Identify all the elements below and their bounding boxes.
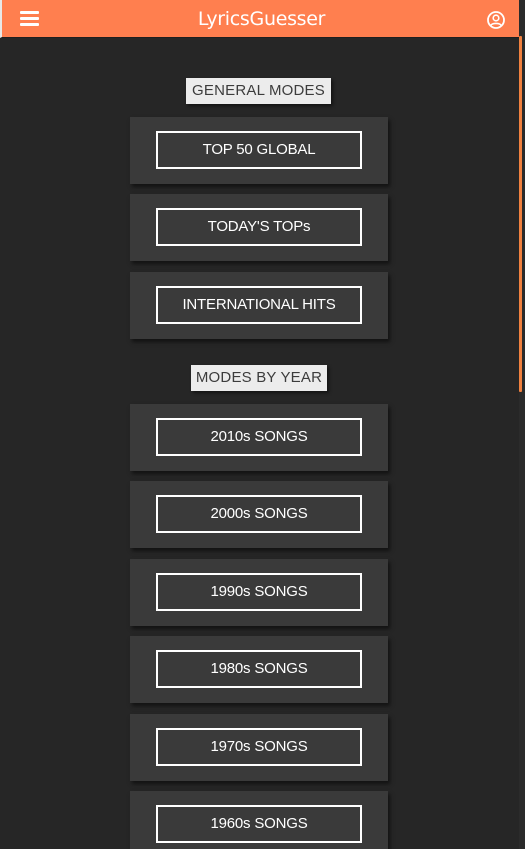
mode-card-2000s-songs[interactable]: 2000s SONGS xyxy=(130,481,388,548)
mode-button-2010s-songs[interactable]: 2010s SONGS xyxy=(156,418,362,456)
mode-button-1970s-songs[interactable]: 1970s SONGS xyxy=(156,728,362,766)
mode-card-international-hits[interactable]: INTERNATIONAL HITS xyxy=(130,272,388,339)
mode-button-1980s-songs[interactable]: 1980s SONGS xyxy=(156,650,362,688)
mode-card-1970s-songs[interactable]: 1970s SONGS xyxy=(130,714,388,781)
section-label-modes-by-year: MODES BY YEAR xyxy=(191,365,327,391)
mode-button-international-hits[interactable]: INTERNATIONAL HITS xyxy=(156,286,362,324)
mode-card-top-50-global[interactable]: TOP 50 GLOBAL xyxy=(130,117,388,184)
mode-card-todays-tops[interactable]: TODAY'S TOPs xyxy=(130,194,388,261)
mode-card-1960s-songs[interactable]: 1960s SONGS xyxy=(130,791,388,849)
section-label-general-modes: GENERAL MODES xyxy=(186,78,331,104)
mode-card-1990s-songs[interactable]: 1990s SONGS xyxy=(130,559,388,626)
mode-button-1960s-songs[interactable]: 1960s SONGS xyxy=(156,805,362,843)
scrollbar-thumb[interactable] xyxy=(519,36,522,392)
account-icon[interactable] xyxy=(486,10,506,30)
app-title: LyricsGuesser xyxy=(197,8,326,30)
mode-button-2000s-songs[interactable]: 2000s SONGS xyxy=(156,495,362,533)
app-screen: LyricsGuesser GENERAL MODES TOP 50 GLOBA… xyxy=(0,0,525,849)
mode-card-2010s-songs[interactable]: 2010s SONGS xyxy=(130,404,388,471)
mode-button-1990s-songs[interactable]: 1990s SONGS xyxy=(156,573,362,611)
app-bar: LyricsGuesser xyxy=(0,0,521,38)
mode-button-todays-tops[interactable]: TODAY'S TOPs xyxy=(156,208,362,246)
mode-card-1980s-songs[interactable]: 1980s SONGS xyxy=(130,636,388,703)
mode-button-top-50-global[interactable]: TOP 50 GLOBAL xyxy=(156,131,362,169)
